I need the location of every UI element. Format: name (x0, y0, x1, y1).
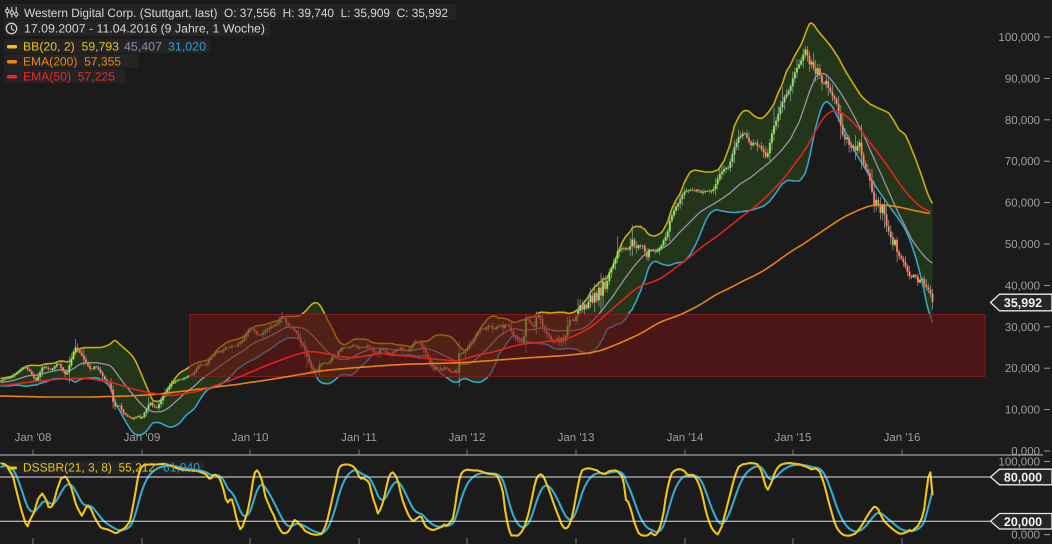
svg-text:Jan '16: Jan '16 (884, 432, 921, 444)
svg-text:40,000: 40,000 (1005, 280, 1040, 292)
svg-text:30,000: 30,000 (1005, 322, 1040, 334)
svg-text:0,000: 0,000 (1011, 530, 1040, 542)
svg-text:EMA(200) 57,355: EMA(200) 57,355 (23, 55, 121, 69)
svg-text:20,000: 20,000 (1004, 515, 1042, 529)
svg-text:50,000: 50,000 (1005, 239, 1040, 251)
svg-text:35,992: 35,992 (1004, 296, 1042, 310)
svg-text:61,940: 61,940 (163, 461, 200, 475)
svg-text:Jan '11: Jan '11 (341, 432, 377, 444)
svg-text:80,000: 80,000 (1005, 115, 1040, 127)
svg-text:DSSBR(21, 3, 8) 55,212: DSSBR(21, 3, 8) 55,212 (23, 461, 155, 475)
svg-text:Jan '13: Jan '13 (558, 432, 595, 444)
svg-text:Jan '15: Jan '15 (775, 432, 812, 444)
svg-text:100,000: 100,000 (998, 32, 1040, 44)
svg-text:Jan '10: Jan '10 (232, 432, 269, 444)
svg-text:45,407: 45,407 (124, 40, 162, 54)
svg-text:EMA(50) 57,225: EMA(50) 57,225 (23, 70, 115, 84)
svg-text:20,000: 20,000 (1005, 363, 1040, 375)
svg-text:10,000: 10,000 (1005, 405, 1040, 417)
svg-text:Jan '09: Jan '09 (124, 432, 161, 444)
svg-text:BB(20, 2) 59,793: BB(20, 2) 59,793 (23, 40, 119, 54)
svg-text:Western Digital Corp. (Stuttga: Western Digital Corp. (Stuttgart, last) … (24, 6, 448, 20)
svg-text:100,000: 100,000 (998, 456, 1040, 468)
svg-text:Jan '12: Jan '12 (449, 432, 486, 444)
svg-text:31,020: 31,020 (168, 40, 206, 54)
svg-text:17.09.2007 - 11.04.2016 (9 Jah: 17.09.2007 - 11.04.2016 (9 Jahre, 1 Woch… (24, 22, 265, 36)
svg-text:60,000: 60,000 (1005, 198, 1040, 210)
svg-text:80,000: 80,000 (1004, 471, 1042, 485)
svg-text:90,000: 90,000 (1005, 73, 1040, 85)
svg-text:Jan '14: Jan '14 (667, 432, 704, 444)
svg-text:70,000: 70,000 (1005, 156, 1040, 168)
svg-text:Jan '08: Jan '08 (15, 432, 52, 444)
